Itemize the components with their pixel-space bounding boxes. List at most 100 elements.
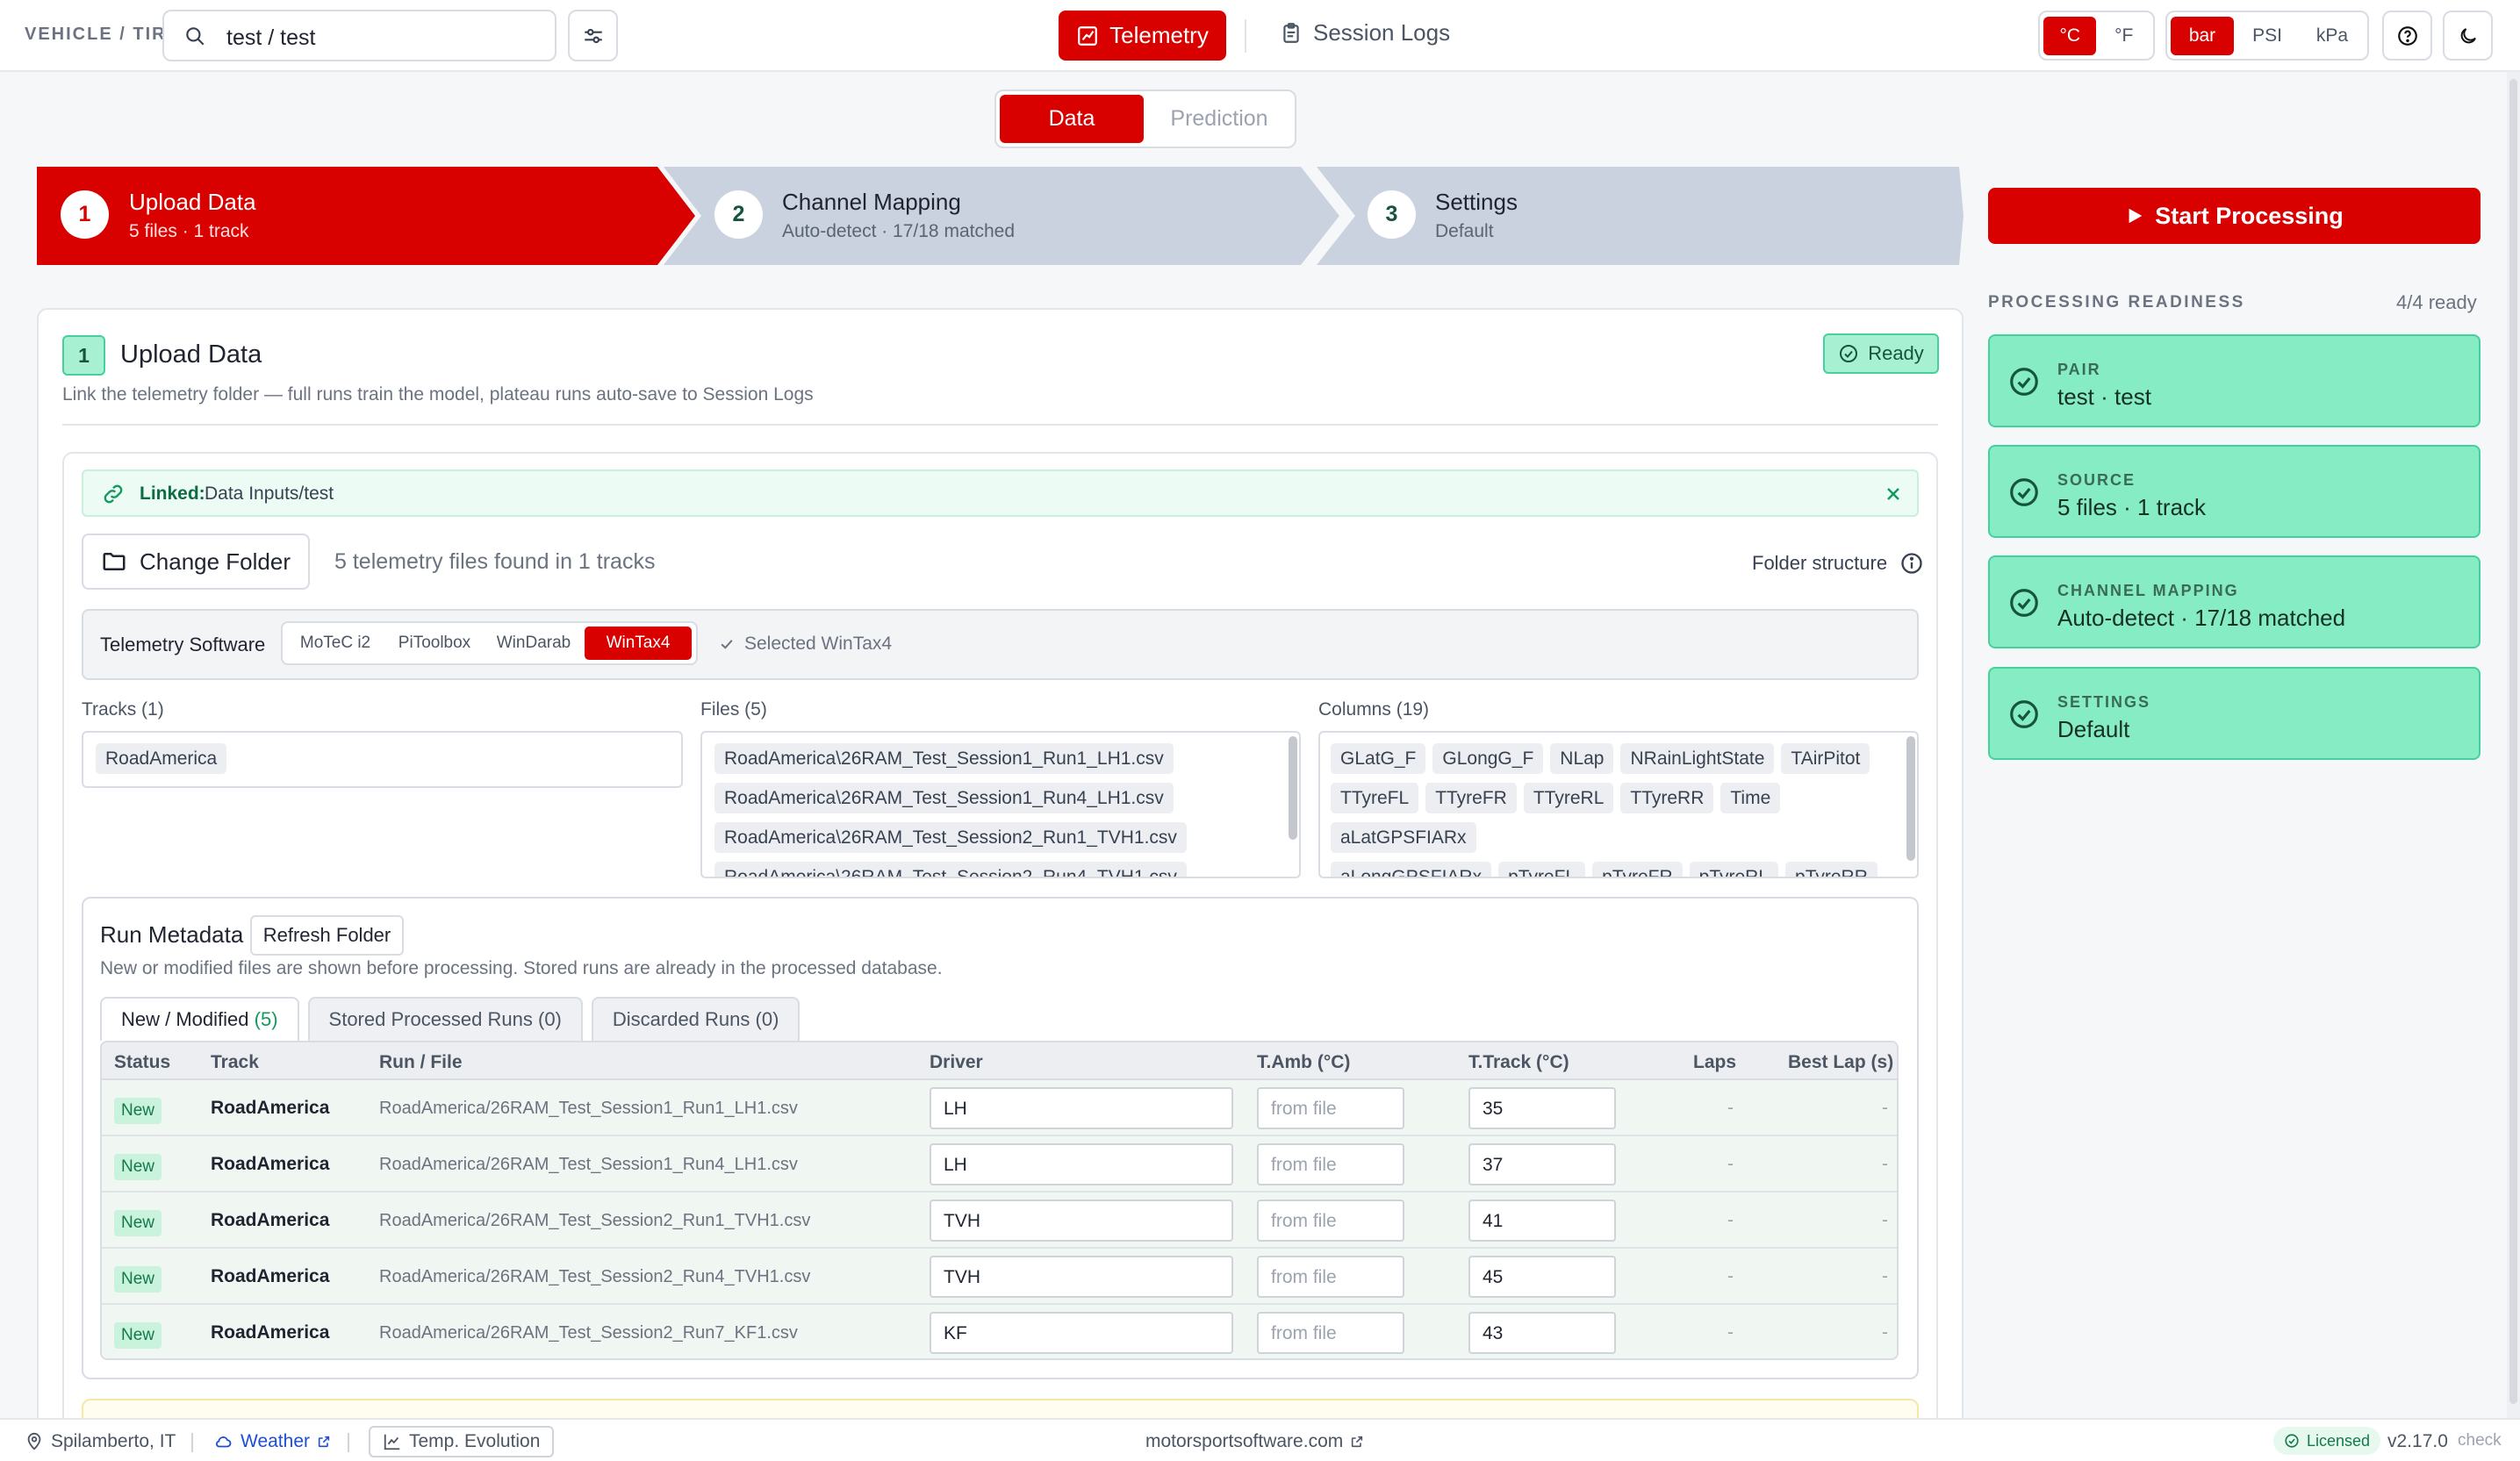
unit-celsius[interactable]: °C (2043, 16, 2097, 55)
ttrack-input[interactable]: 41 (1468, 1200, 1616, 1242)
unit-bar[interactable]: bar (2171, 16, 2234, 55)
column-chip: NLap (1550, 743, 1614, 774)
close-icon[interactable] (1883, 483, 1904, 505)
unit-kpa[interactable]: kPa (2301, 17, 2364, 55)
columns-scrollbar[interactable] (1906, 736, 1915, 861)
files-label: Files (5) (700, 699, 767, 720)
readiness-source: SOURCE 5 files · 1 track (1988, 445, 2481, 538)
check-update-link[interactable]: check (2458, 1431, 2502, 1450)
row-run-file: RoadAmerica/26RAM_Test_Session1_Run1_LH1… (379, 1099, 798, 1118)
step-subtitle: 5 files · 1 track (129, 221, 249, 241)
step-channel-mapping[interactable]: 2 Channel Mapping Auto-detect · 17/18 ma… (665, 167, 1315, 265)
row-track: RoadAmerica (211, 1210, 330, 1230)
table-row: New RoadAmerica RoadAmerica/26RAM_Test_S… (102, 1136, 1897, 1192)
row-best-lap: - (1882, 1154, 1888, 1174)
col-run: Run / File (379, 1052, 463, 1072)
track-chip[interactable]: RoadAmerica (96, 743, 227, 774)
tracks-list: RoadAmerica (82, 731, 683, 788)
table-row: New RoadAmerica RoadAmerica/26RAM_Test_S… (102, 1305, 1897, 1358)
weather-link[interactable]: Weather (212, 1431, 331, 1452)
driver-input[interactable]: LH (930, 1087, 1233, 1129)
pressure-unit-toggle[interactable]: bar PSI kPa (2165, 11, 2369, 61)
linked-path: Data Inputs/test (205, 483, 334, 504)
dark-mode-button[interactable] (2443, 11, 2493, 61)
mode-data[interactable]: Data (1000, 95, 1144, 143)
software-pitoolbox[interactable]: PiToolbox (386, 627, 483, 660)
telemetry-tab[interactable]: Telemetry (1059, 11, 1226, 61)
driver-input[interactable]: LH (930, 1143, 1233, 1185)
column-chip: pTyreFR (1592, 862, 1683, 877)
change-folder-button[interactable]: Change Folder (82, 534, 310, 590)
tab-stored-runs[interactable]: Stored Processed Runs (0) (307, 997, 583, 1041)
help-button[interactable] (2382, 11, 2432, 61)
files-scrollbar[interactable] (1289, 736, 1297, 840)
driver-input[interactable]: KF (930, 1312, 1233, 1354)
files-list[interactable]: RoadAmerica\26RAM_Test_Session1_Run1_LH1… (700, 731, 1301, 878)
filter-settings-button[interactable] (568, 10, 618, 61)
row-laps: - (1727, 1266, 1734, 1286)
step-upload-data[interactable]: 1 Upload Data 5 files · 1 track (37, 167, 686, 265)
tamb-input[interactable]: from file (1257, 1200, 1404, 1242)
driver-input[interactable]: TVH (930, 1200, 1233, 1242)
tamb-input[interactable]: from file (1257, 1256, 1404, 1298)
check-circle-icon (2010, 700, 2038, 728)
unit-psi[interactable]: PSI (2236, 17, 2299, 55)
mode-toggle[interactable]: Data Prediction (994, 90, 1296, 148)
tab-new-modified[interactable]: New / Modified (5) (100, 997, 299, 1041)
column-chip: TAirPitot (1781, 743, 1870, 774)
software-motec[interactable]: MoTeC i2 (286, 627, 384, 660)
unit-fahrenheit[interactable]: °F (2098, 17, 2150, 55)
driver-input[interactable]: TVH (930, 1256, 1233, 1298)
step-settings[interactable]: 3 Settings Default (1318, 167, 1964, 265)
nav-divider (1245, 19, 1246, 53)
map-pin-icon (27, 1432, 41, 1450)
ttrack-input[interactable]: 45 (1468, 1256, 1616, 1298)
file-chip: RoadAmerica\26RAM_Test_Session2_Run4_TVH… (714, 862, 1187, 877)
columns-list[interactable]: GLatG_F GLongG_F NLap NRainLightState TAirPi… (1318, 731, 1919, 878)
column-chip: Time (1720, 783, 1781, 813)
check-icon (721, 640, 733, 649)
columns-label: Columns (19) (1318, 699, 1430, 720)
page-scrollbar-thumb[interactable] (2509, 79, 2517, 1404)
col-ttrack: T.Track (°C) (1468, 1052, 1569, 1072)
step-subtitle: Default (1435, 221, 1494, 241)
licensed-badge: Licensed (2273, 1427, 2381, 1455)
step-title: Upload Data (129, 189, 256, 215)
step-number: 3 (1368, 190, 1416, 239)
folder-structure-link[interactable]: Folder structure (1752, 551, 1924, 576)
version: v2.17.0 (2387, 1431, 2448, 1451)
row-run-file: RoadAmerica/26RAM_Test_Session2_Run1_TVH… (379, 1211, 811, 1230)
temperature-unit-toggle[interactable]: °C °F (2038, 11, 2155, 61)
ttrack-input[interactable]: 37 (1468, 1143, 1616, 1185)
tamb-input[interactable]: from file (1257, 1087, 1404, 1129)
software-wintax4[interactable]: WinTax4 (585, 627, 692, 660)
readiness-pair: PAIR test · test (1988, 334, 2481, 427)
column-chip: pTyreRR (1785, 862, 1877, 877)
ttrack-input[interactable]: 43 (1468, 1312, 1616, 1354)
table-header: Status Track Run / File Driver T.Amb (°C… (102, 1042, 1897, 1080)
sliders-icon (584, 28, 602, 43)
site-link[interactable]: motorsportsoftware.com (1145, 1431, 1364, 1452)
search-box[interactable]: test / test (162, 10, 556, 61)
software-windarab[interactable]: WinDarab (485, 627, 583, 660)
tamb-input[interactable]: from file (1257, 1143, 1404, 1185)
row-laps: - (1727, 1154, 1734, 1174)
files-found-text: 5 telemetry files found in 1 tracks (334, 549, 656, 574)
temp-evolution-button[interactable]: Temp. Evolution (369, 1426, 555, 1457)
start-processing-button[interactable]: Start Processing (1988, 188, 2481, 244)
tab-discarded-runs[interactable]: Discarded Runs (0) (591, 997, 801, 1041)
tamb-input[interactable]: from file (1257, 1312, 1404, 1354)
location: Spilamberto, IT (25, 1431, 176, 1452)
page-scrollbar[interactable] (2507, 72, 2520, 1418)
ttrack-input[interactable]: 35 (1468, 1087, 1616, 1129)
search-input[interactable]: test / test (226, 25, 315, 51)
check-circle-icon (2010, 368, 2038, 396)
column-chip: pTyreFL (1498, 862, 1586, 877)
status-badge: New (114, 1266, 162, 1293)
telemetry-software-selector[interactable]: MoTeC i2 PiToolbox WinDarab WinTax4 (281, 621, 698, 665)
external-link-icon (318, 1436, 330, 1448)
readiness-count: 4/4 ready (2396, 291, 2477, 313)
mode-prediction[interactable]: Prediction (1147, 95, 1291, 143)
session-logs-tab[interactable]: Session Logs (1280, 19, 1450, 47)
refresh-folder-button[interactable]: Refresh Folder (250, 915, 404, 956)
